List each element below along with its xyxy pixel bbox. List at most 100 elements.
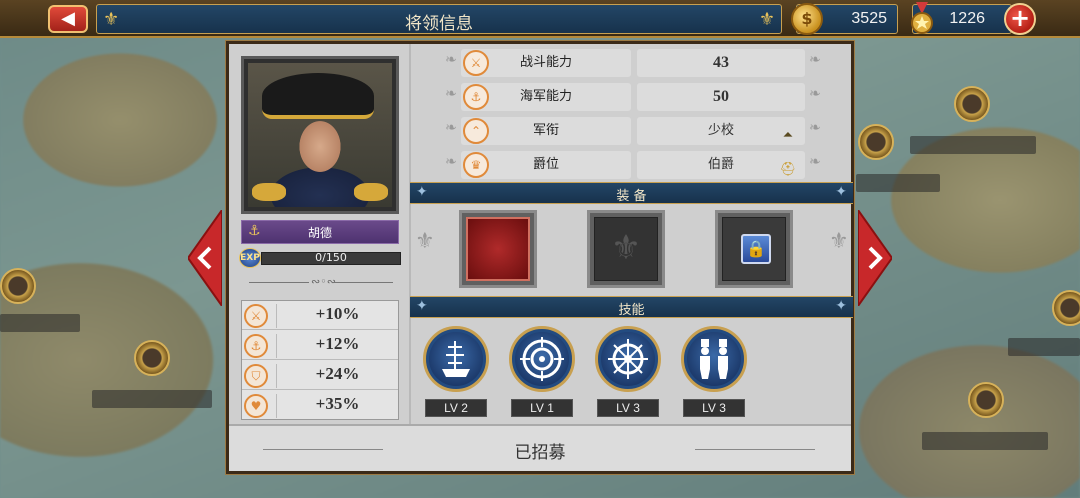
soldiers-icon bbox=[700, 339, 728, 379]
divider bbox=[333, 282, 393, 283]
exp-value: 0/150 bbox=[315, 251, 347, 264]
medal-counter: 1226 bbox=[911, 2, 1012, 34]
stat-value: 43 bbox=[637, 49, 805, 77]
stat-row-naval: ❧ 海军能力 ⚓ 50 ❧ bbox=[415, 80, 855, 113]
fleur-de-lis-icon: ✦ bbox=[835, 184, 847, 200]
red-item-icon bbox=[466, 217, 530, 281]
stat-row-title: ❧ 爵位 ♛ 伯爵 ⛑ ❧ bbox=[415, 148, 855, 181]
ornament-icon: ❧ bbox=[809, 86, 821, 102]
map-label bbox=[856, 174, 940, 192]
map-city-marker bbox=[858, 124, 894, 160]
bonus-value: +35% bbox=[276, 394, 398, 418]
skill-3[interactable]: LV 3 bbox=[595, 326, 661, 417]
back-arrow-icon: ◀ bbox=[61, 8, 75, 29]
equipment-slot-3[interactable]: 🔒 bbox=[715, 210, 793, 288]
fleur-de-lis-icon: ⚜ bbox=[758, 9, 775, 30]
ornament-icon: ❧ bbox=[809, 52, 821, 68]
epaulette bbox=[252, 183, 286, 201]
skill-level: LV 3 bbox=[597, 399, 659, 417]
fleur-de-lis-icon: ⚜ bbox=[610, 228, 642, 268]
gold-coin-icon: $ bbox=[791, 3, 823, 35]
crossed-swords-icon: ⚔ bbox=[244, 304, 268, 328]
lock-icon: 🔒 bbox=[741, 234, 771, 264]
rank-chevron-icon: ⌃ bbox=[463, 118, 489, 144]
equipment-title: 装 备 bbox=[616, 189, 647, 204]
skill-4[interactable]: LV 3 bbox=[681, 326, 747, 417]
divider bbox=[695, 449, 815, 450]
nobility-value: 伯爵 bbox=[707, 157, 734, 172]
map-city-marker bbox=[954, 86, 990, 122]
ornament-icon: ❧ bbox=[445, 154, 457, 170]
bonus-value: +24% bbox=[276, 364, 398, 388]
skill-1[interactable]: LV 2 bbox=[423, 326, 489, 417]
general-portrait bbox=[248, 63, 392, 207]
bonus-row: ⚓ +12% bbox=[242, 331, 398, 360]
general-name-bar: ⚓ 胡德 bbox=[241, 220, 399, 244]
stat-row-combat: ❧ 战斗能力 ⚔ 43 ❧ bbox=[415, 46, 855, 79]
page-title: 将领信息 bbox=[405, 14, 473, 34]
medal-icon bbox=[911, 2, 933, 34]
general-info-panel: ⚓ 胡德 EXP 0/150 ∾◦∾ ⚔ +10% ⚓ +12% ⛉ +24% … bbox=[226, 41, 854, 474]
ship-wheel-icon bbox=[608, 339, 648, 379]
equipment-slot-1[interactable] bbox=[459, 210, 537, 288]
stat-value: 伯爵 ⛑ bbox=[637, 151, 805, 179]
bonus-row: ⛉ +24% bbox=[242, 361, 398, 390]
general-portrait-frame bbox=[241, 56, 399, 214]
next-general-button[interactable] bbox=[858, 210, 892, 306]
exp-icon: EXP bbox=[239, 248, 261, 268]
bonus-value: +12% bbox=[276, 334, 398, 358]
previous-general-button[interactable] bbox=[188, 210, 222, 306]
map-label bbox=[0, 314, 80, 332]
skill-icon-frame bbox=[509, 326, 575, 392]
gold-counter: $ 3525 bbox=[791, 3, 898, 35]
ornament-icon: ⚜ bbox=[415, 229, 435, 254]
add-currency-button[interactable]: + bbox=[1004, 3, 1036, 35]
map-city-marker bbox=[1052, 290, 1080, 326]
locked-slot: 🔒 bbox=[722, 217, 786, 281]
anchor-icon: ⚓ bbox=[244, 334, 268, 358]
helmet-icon: ⛑ bbox=[779, 162, 797, 177]
epaulette bbox=[354, 183, 388, 201]
skill-icon-frame bbox=[681, 326, 747, 392]
bonus-list: ⚔ +10% ⚓ +12% ⛉ +24% ♥ +35% bbox=[241, 300, 399, 420]
exp-bar: EXP 0/150 bbox=[239, 248, 401, 268]
ship-icon bbox=[442, 341, 470, 377]
plus-icon: + bbox=[1009, 4, 1031, 32]
recruit-status: 已招募 bbox=[514, 443, 566, 463]
medal-amount: 1226 bbox=[949, 10, 985, 27]
skills-title: 技能 bbox=[618, 303, 645, 318]
stat-value: 少校 ⏶ bbox=[637, 117, 805, 145]
skill-icon-frame bbox=[595, 326, 661, 392]
empty-slot: ⚜ bbox=[594, 217, 658, 281]
equipment-slot-2[interactable]: ⚜ bbox=[587, 210, 665, 288]
skill-icon-frame bbox=[423, 326, 489, 392]
map-label bbox=[922, 432, 1048, 450]
equipment-header: ✦ 装 备 ✦ bbox=[410, 182, 853, 204]
map-city-marker bbox=[134, 340, 170, 376]
rank-value: 少校 bbox=[707, 123, 734, 138]
skills-header: ✦ 技能 ✦ bbox=[410, 296, 853, 318]
back-button[interactable]: ◀ bbox=[48, 5, 88, 33]
skill-2[interactable]: LV 1 bbox=[509, 326, 575, 417]
map-city-marker bbox=[968, 382, 1004, 418]
general-name: 胡德 bbox=[307, 226, 332, 240]
map-label bbox=[92, 390, 212, 408]
skill-level: LV 2 bbox=[425, 399, 487, 417]
crossed-swords-icon: ⚔ bbox=[463, 50, 489, 76]
map-city-marker bbox=[0, 268, 36, 304]
target-icon bbox=[520, 337, 564, 381]
skill-level: LV 3 bbox=[683, 399, 745, 417]
gold-amount: 3525 bbox=[851, 10, 887, 27]
heart-icon: ♥ bbox=[244, 394, 268, 418]
anchor-icon: ⚓ bbox=[463, 84, 489, 110]
ornament-icon: ❧ bbox=[445, 120, 457, 136]
bonus-row: ♥ +35% bbox=[242, 391, 398, 420]
stat-value: 50 bbox=[637, 83, 805, 111]
column-divider bbox=[409, 44, 411, 424]
ornament-icon: ❧ bbox=[445, 52, 457, 68]
ornament-icon: ❧ bbox=[809, 154, 821, 170]
title-bar: ⚜ 将领信息 ⚜ bbox=[96, 4, 782, 34]
recruit-status-bar: 已招募 bbox=[229, 424, 851, 471]
bonus-value: +10% bbox=[276, 304, 398, 328]
ornament-icon: ❧ bbox=[809, 120, 821, 136]
